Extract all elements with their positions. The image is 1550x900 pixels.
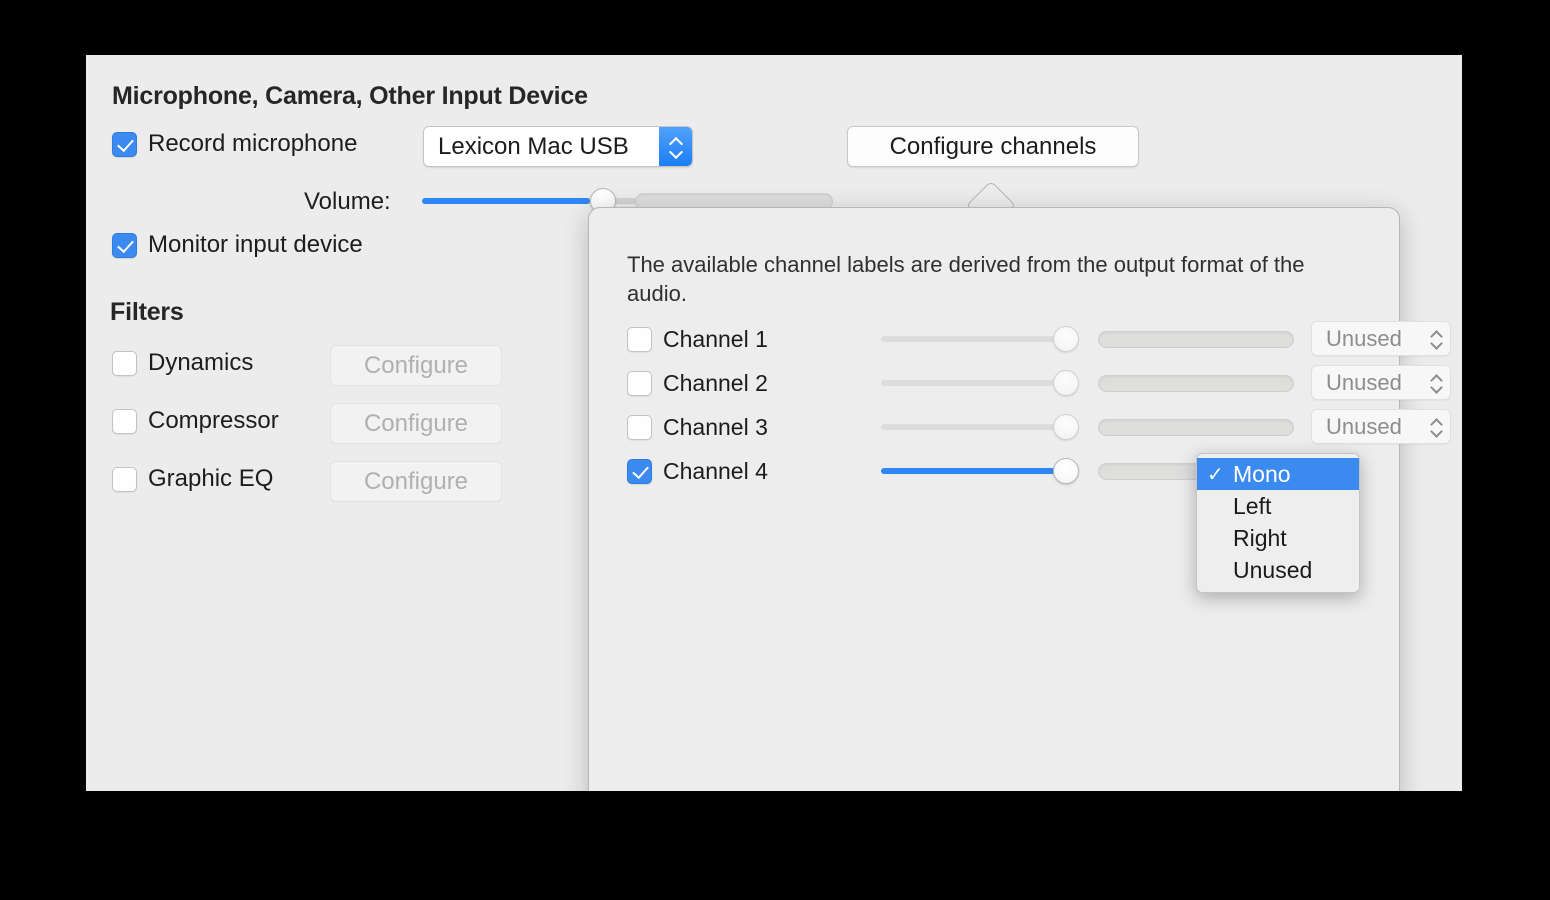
page-title-input-device: Microphone, Camera, Other Input Device — [112, 82, 588, 111]
channel-1-level-meter — [1098, 331, 1294, 348]
input-device-select-value: Lexicon Mac USB — [424, 133, 659, 161]
channel-4-label: Channel 4 — [663, 458, 791, 485]
graphic-eq-checkbox[interactable] — [112, 467, 137, 492]
popover-tail — [962, 178, 1018, 210]
channel-2-assignment-stepper[interactable] — [1422, 366, 1450, 399]
channel-3-checkbox[interactable] — [627, 415, 652, 440]
graphic-eq-configure-button[interactable]: Configure — [330, 461, 502, 502]
record-microphone-row: Record microphone — [112, 130, 357, 158]
input-device-select-stepper[interactable] — [659, 127, 692, 166]
channel-row-4: Channel 4 — [627, 458, 791, 485]
channel-row-1: Channel 1 — [627, 326, 791, 353]
channel-2-slider-track — [881, 380, 1079, 386]
monitor-input-device-checkbox[interactable] — [112, 233, 137, 258]
page-title-filters: Filters — [110, 298, 184, 327]
channel-4-checkbox[interactable] — [627, 459, 652, 484]
volume-slider-fill — [422, 198, 590, 204]
channel-3-slider-knob[interactable] — [1053, 414, 1079, 440]
configure-channels-button[interactable]: Configure channels — [847, 126, 1139, 167]
settings-window: Microphone, Camera, Other Input Device R… — [86, 55, 1462, 791]
channel-2-slider-knob[interactable] — [1053, 370, 1079, 396]
channel-3-level-meter — [1098, 419, 1294, 436]
channel-2-checkbox[interactable] — [627, 371, 652, 396]
channel-1-slider-track — [881, 336, 1079, 342]
menu-item-mono-label: Mono — [1233, 461, 1291, 488]
input-device-select[interactable]: Lexicon Mac USB — [423, 126, 693, 167]
menu-item-unused[interactable]: Unused — [1197, 554, 1359, 586]
channel-1-gain-slider[interactable] — [881, 326, 1079, 352]
channel-2-level-meter — [1098, 375, 1294, 392]
chevron-down-icon — [1430, 384, 1442, 391]
menu-item-unused-label: Unused — [1233, 557, 1312, 584]
graphic-eq-label: Graphic EQ — [148, 465, 273, 493]
channel-1-assignment-select[interactable]: Unused — [1311, 321, 1451, 356]
configure-channels-button-label: Configure channels — [890, 133, 1097, 161]
menu-item-left[interactable]: Left — [1197, 490, 1359, 522]
channel-3-gain-slider[interactable] — [881, 414, 1079, 440]
filter-row-compressor: Compressor — [112, 407, 279, 435]
dynamics-checkbox[interactable] — [112, 351, 137, 376]
channel-2-assignment-select[interactable]: Unused — [1311, 365, 1451, 400]
monitor-input-device-label: Monitor input device — [148, 231, 363, 259]
dynamics-configure-button[interactable]: Configure — [330, 345, 502, 386]
channel-3-assignment-stepper[interactable] — [1422, 410, 1450, 443]
screen: Microphone, Camera, Other Input Device R… — [0, 0, 1550, 900]
compressor-checkbox[interactable] — [112, 409, 137, 434]
menu-item-left-label: Left — [1233, 493, 1271, 520]
record-microphone-label: Record microphone — [148, 130, 357, 158]
menu-item-mono[interactable]: ✓ Mono — [1197, 458, 1359, 490]
channel-1-checkbox[interactable] — [627, 327, 652, 352]
channel-row-2: Channel 2 — [627, 370, 791, 397]
graphic-eq-configure-label: Configure — [364, 468, 468, 496]
channel-1-assignment-value: Unused — [1312, 326, 1422, 352]
channel-2-gain-slider[interactable] — [881, 370, 1079, 396]
channel-4-slider-fill — [881, 468, 1059, 474]
dynamics-configure-label: Configure — [364, 352, 468, 380]
popover-description: The available channel labels are derived… — [627, 250, 1367, 308]
chevron-down-icon — [1430, 428, 1442, 435]
volume-label: Volume: — [304, 188, 391, 216]
channel-3-assignment-value: Unused — [1312, 414, 1422, 440]
channel-3-assignment-select[interactable]: Unused — [1311, 409, 1451, 444]
channel-1-slider-knob[interactable] — [1053, 326, 1079, 352]
filter-row-graphic-eq: Graphic EQ — [112, 465, 273, 493]
channel-assignment-dropdown-menu[interactable]: ✓ Mono Left Right Unused — [1196, 453, 1360, 593]
record-microphone-checkbox[interactable] — [112, 132, 137, 157]
menu-item-right[interactable]: Right — [1197, 522, 1359, 554]
menu-item-right-label: Right — [1233, 525, 1287, 552]
channel-3-label: Channel 3 — [663, 414, 791, 441]
monitor-input-device-row: Monitor input device — [112, 231, 363, 259]
channel-2-label: Channel 2 — [663, 370, 791, 397]
chevron-down-icon — [1430, 340, 1442, 347]
compressor-label: Compressor — [148, 407, 279, 435]
compressor-configure-button[interactable]: Configure — [330, 403, 502, 444]
channel-1-label: Channel 1 — [663, 326, 791, 353]
channel-row-3: Channel 3 — [627, 414, 791, 441]
channel-4-gain-slider[interactable] — [881, 458, 1079, 484]
channel-1-assignment-stepper[interactable] — [1422, 322, 1450, 355]
chevron-down-icon — [669, 148, 682, 155]
filter-row-dynamics: Dynamics — [112, 349, 253, 377]
channel-2-assignment-value: Unused — [1312, 370, 1422, 396]
channel-3-slider-track — [881, 424, 1079, 430]
compressor-configure-label: Configure — [364, 410, 468, 438]
dynamics-label: Dynamics — [148, 349, 253, 377]
checkmark-icon: ✓ — [1207, 462, 1233, 487]
channel-4-slider-knob[interactable] — [1053, 458, 1079, 484]
